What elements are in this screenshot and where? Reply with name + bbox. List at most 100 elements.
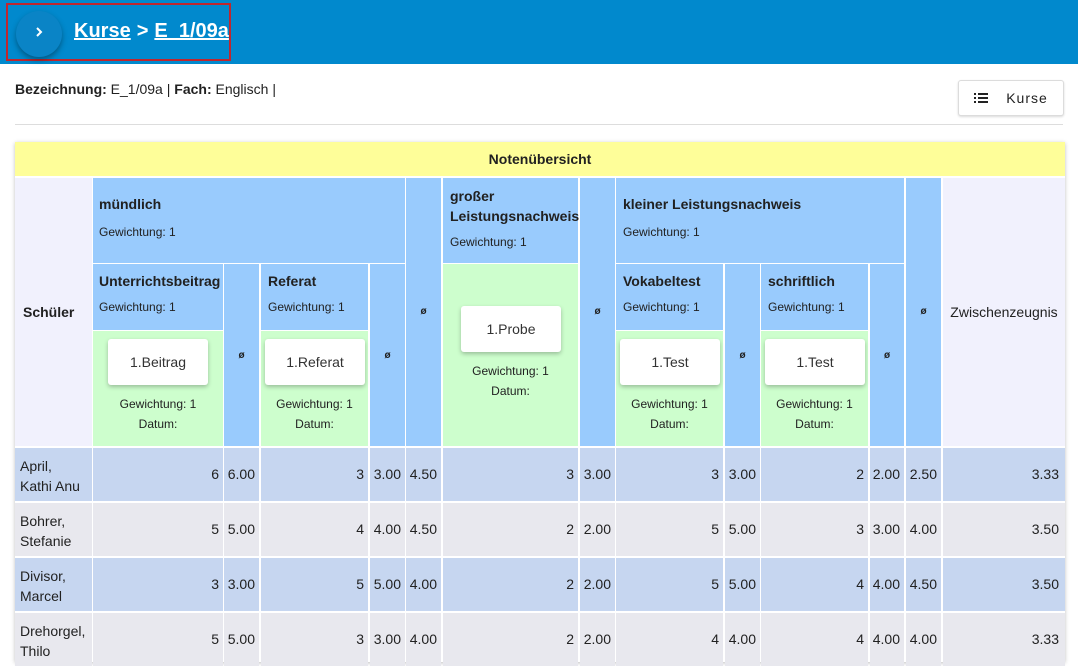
breadcrumb: Kurse > E_1/09a [74, 20, 229, 43]
muendlich-weight: Gewichtung: 1 [99, 225, 176, 239]
list-icon [974, 90, 989, 106]
referat-avg: 4.00 [370, 503, 405, 556]
vokabel-avg: 3.00 [725, 448, 760, 501]
klein-avg: 4.00 [906, 613, 941, 666]
fach-label: Fach: [174, 81, 212, 97]
student-name-line2: Marcel [20, 588, 63, 604]
vokabeltest-weight: Gewichtung: 1 [623, 300, 700, 314]
vokabeltest-header: Vokabeltest Gewichtung: 1 [616, 264, 723, 330]
referat-note: 4 [261, 503, 368, 556]
muendlich-avg: 4.50 [406, 503, 441, 556]
muendlich-name: mündlich [99, 196, 162, 212]
schriftlich-note: 4 [761, 613, 868, 666]
referat-item-date: Datum: [295, 417, 334, 431]
gross-avg: 2.00 [580, 613, 615, 666]
vokabel-avg: 4.00 [725, 613, 760, 666]
beitrag-item-button[interactable]: 1.Beitrag [108, 339, 208, 385]
student-name-line1: Divisor, [20, 568, 66, 584]
breadcrumb-kurse-link[interactable]: Kurse [74, 20, 131, 43]
schriftlich-weight: Gewichtung: 1 [768, 300, 845, 314]
schriftlich-avg: 2.00 [870, 448, 904, 501]
chevron-right-icon [32, 25, 46, 44]
schriftlich-item-button[interactable]: 1.Test [765, 339, 865, 385]
vokabeltest-item-button[interactable]: 1.Test [620, 339, 720, 385]
referat-avg: 3.00 [370, 613, 405, 666]
student-name[interactable]: Bohrer, Stefanie [15, 503, 92, 556]
klein-avg: 4.00 [906, 503, 941, 556]
vokabel-note: 5 [616, 503, 723, 556]
grades-table: Notenübersicht Schüler mündlich Gewichtu… [15, 142, 1065, 666]
referat-item-weight: Gewichtung: 1 [276, 397, 353, 411]
muendlich-avg: 4.00 [406, 613, 441, 666]
beitrag-item-date: Datum: [138, 417, 178, 431]
student-name-line1: Bohrer, [20, 513, 66, 529]
student-name-line2: Thilo [20, 643, 51, 659]
vokabeltest-item-weight: Gewichtung: 1 [631, 397, 708, 411]
vokabel-note: 4 [616, 613, 723, 666]
vokabeltest-name: Vokabeltest [623, 273, 701, 289]
unterricht-note: 6 [93, 448, 223, 501]
vokabeltest-cell: 1.Test Gewichtung: 1 Datum: [616, 331, 723, 446]
referat-avg: 5.00 [370, 558, 405, 611]
unterricht-avg: 6.00 [224, 448, 259, 501]
info-separator: | [272, 81, 276, 97]
unterrichtsbeitrag-name: Unterrichtsbeitrag [99, 273, 221, 289]
unterricht-avg: 5.00 [224, 613, 259, 666]
beitrag-item-weight: Gewichtung: 1 [119, 397, 197, 411]
expand-nav-button[interactable] [16, 11, 62, 57]
schueler-header: Schüler [15, 178, 92, 446]
unterricht-note: 5 [93, 503, 223, 556]
zwischenzeugnis-value: 3.50 [943, 558, 1065, 611]
unterricht-note: 5 [93, 613, 223, 666]
student-name[interactable]: Divisor, Marcel [15, 558, 92, 611]
avg-muendlich-header: ø [406, 178, 441, 446]
muendlich-group-header: mündlich Gewichtung: 1 [93, 178, 405, 263]
probe-item-button[interactable]: 1.Probe [461, 306, 561, 352]
gross-weight: Gewichtung: 1 [450, 235, 527, 249]
vokabel-note: 3 [616, 448, 723, 501]
student-name-line1: April, [20, 458, 52, 474]
vokabel-avg: 5.00 [725, 503, 760, 556]
schriftlich-cell: 1.Test Gewichtung: 1 Datum: [761, 331, 868, 446]
referat-weight: Gewichtung: 1 [268, 300, 345, 314]
breadcrumb-current-link[interactable]: E_1/09a [154, 20, 229, 43]
student-name[interactable]: Drehorgel, Thilo [15, 613, 92, 666]
klein-group-header: kleiner Leistungsnachweis Gewichtung: 1 [616, 178, 904, 263]
schriftlich-note: 2 [761, 448, 868, 501]
kurse-button[interactable]: Kurse [958, 80, 1064, 116]
table-title: Notenübersicht [15, 142, 1065, 176]
avg-klein-header: ø [906, 178, 941, 446]
avg-gross-header: ø [580, 178, 615, 446]
schriftlich-header: schriftlich Gewichtung: 1 [761, 264, 868, 330]
schriftlich-avg: 4.00 [870, 558, 904, 611]
klein-avg: 4.50 [906, 558, 941, 611]
divider [15, 124, 1063, 125]
referat-header: Referat Gewichtung: 1 [261, 264, 368, 330]
student-name-line2: Kathi Anu [20, 478, 80, 494]
unterricht-avg: 3.00 [224, 558, 259, 611]
referat-avg: 3.00 [370, 448, 405, 501]
schriftlich-note: 4 [761, 558, 868, 611]
student-name[interactable]: April, Kathi Anu [15, 448, 92, 501]
breadcrumb-separator: > [136, 20, 149, 42]
info-separator: | [166, 81, 171, 97]
vokabeltest-item-date: Datum: [650, 417, 689, 431]
avg-vokabel-header: ø [725, 264, 760, 446]
student-name-line2: Stefanie [20, 533, 72, 549]
vokabel-note: 5 [616, 558, 723, 611]
gross-avg: 2.00 [580, 558, 615, 611]
fach-value: Englisch [215, 81, 269, 97]
avg-unterricht-header: ø [224, 264, 259, 446]
referat-note: 3 [261, 613, 368, 666]
schriftlich-avg: 3.00 [870, 503, 904, 556]
course-info: Bezeichnung: E_1/09a | Fach: Englisch | [15, 81, 276, 97]
referat-item-button[interactable]: 1.Referat [265, 339, 365, 385]
probe-item-weight: Gewichtung: 1 [472, 364, 549, 378]
klein-name: kleiner Leistungsnachweis [623, 196, 802, 212]
zwischenzeugnis-value: 3.33 [943, 448, 1065, 501]
top-app-bar: Kurse > E_1/09a [0, 0, 1078, 64]
probe-note: 2 [443, 613, 578, 666]
referat-note: 3 [261, 448, 368, 501]
avg-schriftlich-header: ø [870, 264, 904, 446]
gross-group-header: großer Leistungsnachweis Gewichtung: 1 [443, 178, 579, 263]
